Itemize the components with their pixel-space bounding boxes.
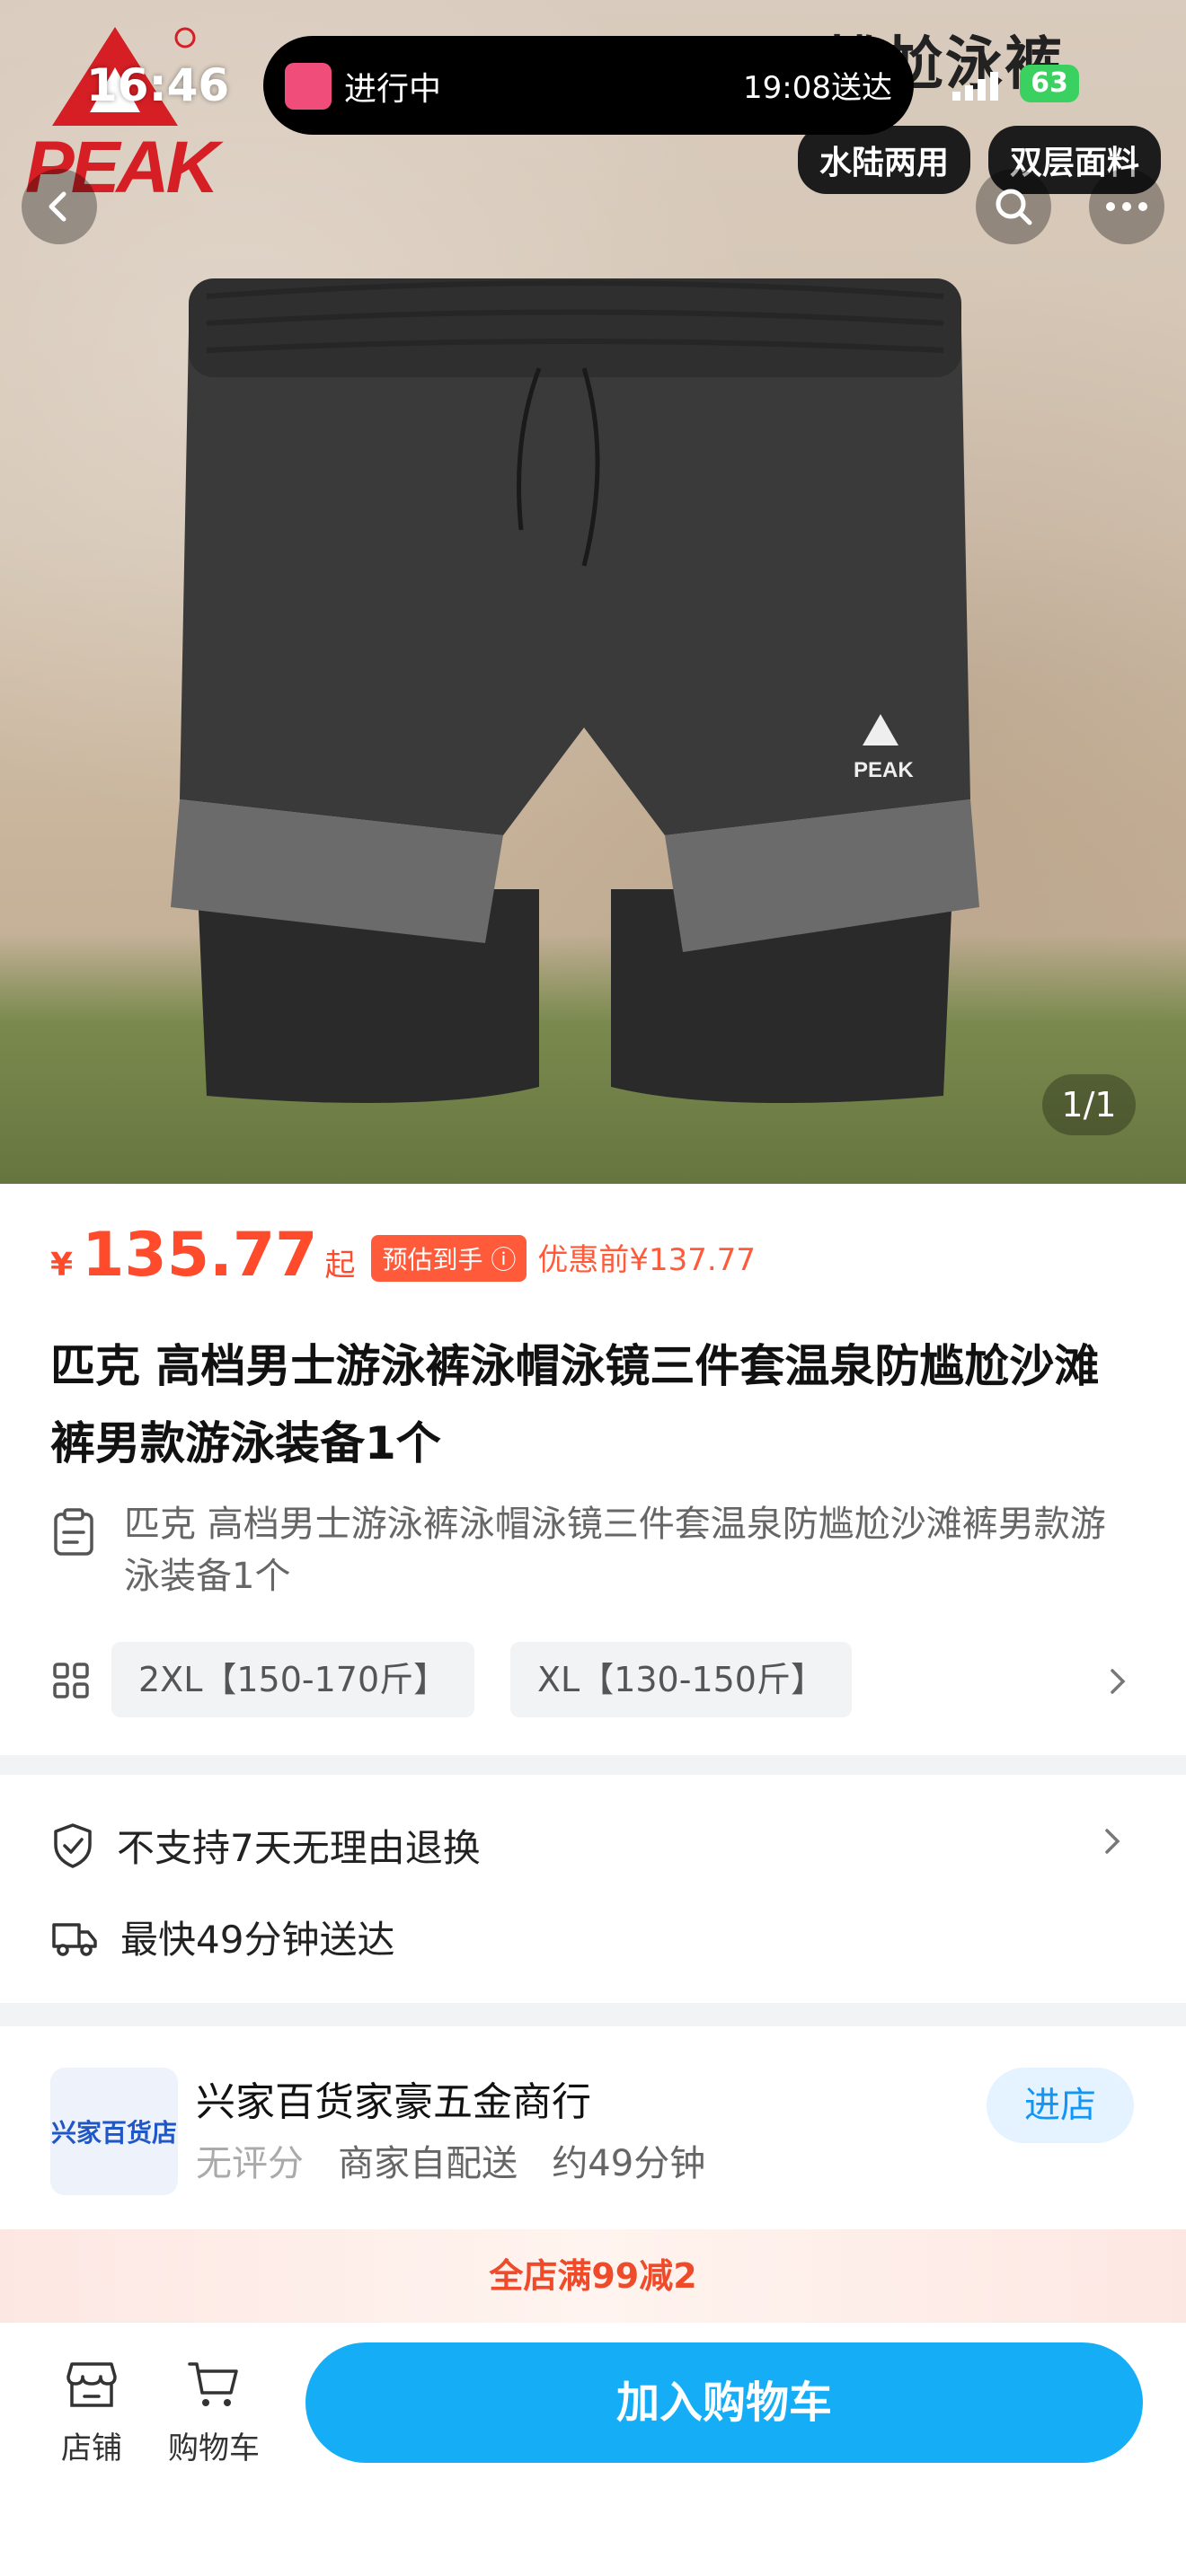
svg-text:PEAK: PEAK — [854, 758, 914, 782]
service-delivery-time: 最快49分钟送达 — [50, 1910, 394, 1964]
promo-banner[interactable]: 全店满99减2 — [0, 2229, 1186, 2323]
store-tab-label: 店铺 — [61, 2430, 122, 2466]
cart-tab[interactable]: 购物车 — [160, 2359, 268, 2467]
product-description: 匹克 高档男士游泳裤泳帽泳镜三件套温泉防尴尬沙滩裤男款游泳装备1个 — [124, 1504, 1106, 1597]
feature-tag: 水陆两用 — [797, 126, 970, 194]
store-icon — [66, 2362, 117, 2407]
delivery-truck-icon — [52, 1922, 97, 1956]
service-card: 不支持7天无理由退换 最快49分钟送达 — [0, 1775, 1186, 2003]
service-text: 不支持7天无理由退换 — [117, 1826, 481, 1870]
grid-icon — [53, 1663, 89, 1698]
shop-logo: 兴家百货店 — [50, 2068, 178, 2195]
product-info-card: ¥ 135.77 起 预估到手 ⓘ 优惠前¥137.77 匹克 高档男士游泳裤泳… — [0, 1184, 1186, 1755]
more-button[interactable] — [1089, 169, 1164, 244]
back-arrow-icon — [49, 191, 66, 222]
shop-card[interactable]: 兴家百货店 兴家百货家豪五金商行 无评分 商家自配送 约49分钟 进店 — [0, 2026, 1186, 2229]
add-to-cart-button[interactable]: 加入购物车 — [305, 2342, 1143, 2463]
image-counter: 1/1 — [1042, 1074, 1136, 1135]
estimate-badge[interactable]: 预估到手 ⓘ — [371, 1235, 527, 1282]
shop-name: 兴家百货家豪五金商行 — [196, 2079, 591, 2125]
shop-delivery: 商家自配送 — [338, 2143, 518, 2184]
currency-symbol: ¥ — [50, 1247, 74, 1284]
product-page: PEAK PEAK 尴尬泳裤 水陆两用 双层面料 1/1 16:46 进行中 1… — [0, 0, 1186, 2576]
cart-tab-label: 购物车 — [168, 2430, 260, 2466]
more-dots-icon — [1106, 202, 1147, 211]
spec-option[interactable]: 2XL【150-170斤】 — [111, 1642, 475, 1717]
search-button[interactable] — [976, 169, 1051, 244]
shop-rating: 无评分 — [196, 2143, 304, 2184]
shopping-cart-icon — [188, 2362, 238, 2406]
chevron-right-icon[interactable] — [1102, 1825, 1123, 1857]
signal-icon — [951, 70, 1005, 102]
store-tab[interactable]: 店铺 — [38, 2359, 146, 2467]
order-status: 进行中 — [344, 71, 442, 108]
shop-delivery-time: 约49分钟 — [552, 2143, 706, 2184]
live-activity-island[interactable]: 进行中 19:08送达 — [263, 36, 914, 135]
search-icon — [996, 189, 1032, 225]
battery-indicator: 63 — [1020, 65, 1079, 102]
chevron-right-icon[interactable] — [1107, 1665, 1128, 1698]
swim-shorts-illustration: PEAK — [171, 278, 979, 1103]
bottom-action-bar: 店铺 购物车 加入购物车 — [0, 2323, 1186, 2576]
price-row: ¥ 135.77 起 预估到手 ⓘ 优惠前¥137.77 — [50, 1220, 756, 1291]
spec-option[interactable]: XL【130-150斤】 — [510, 1642, 852, 1717]
service-return-policy[interactable]: 不支持7天无理由退换 — [50, 1818, 481, 1873]
store-icon — [285, 63, 332, 110]
service-text: 最快49分钟送达 — [120, 1918, 395, 1962]
delivery-eta: 19:08送达 — [743, 70, 892, 106]
enter-shop-button[interactable]: 进店 — [987, 2068, 1134, 2143]
back-button[interactable] — [22, 169, 97, 244]
status-time: 16:46 — [86, 59, 230, 111]
estimate-label: 预估到手 — [382, 1245, 483, 1275]
product-title: 匹克 高档男士游泳裤泳帽泳镜三件套温泉防尴尬沙滩裤男款游泳装备1个 — [50, 1340, 1100, 1469]
shield-check-icon — [54, 1822, 92, 1868]
shop-logo-text: 兴家百货店 — [50, 2118, 177, 2148]
shop-meta: 无评分 商家自配送 约49分钟 — [196, 2134, 705, 2186]
price: 135.77 — [82, 1220, 318, 1291]
clipboard-icon — [54, 1508, 93, 1556]
price-suffix: 起 — [324, 1248, 356, 1284]
price-before-discount: 优惠前¥137.77 — [537, 1242, 756, 1278]
